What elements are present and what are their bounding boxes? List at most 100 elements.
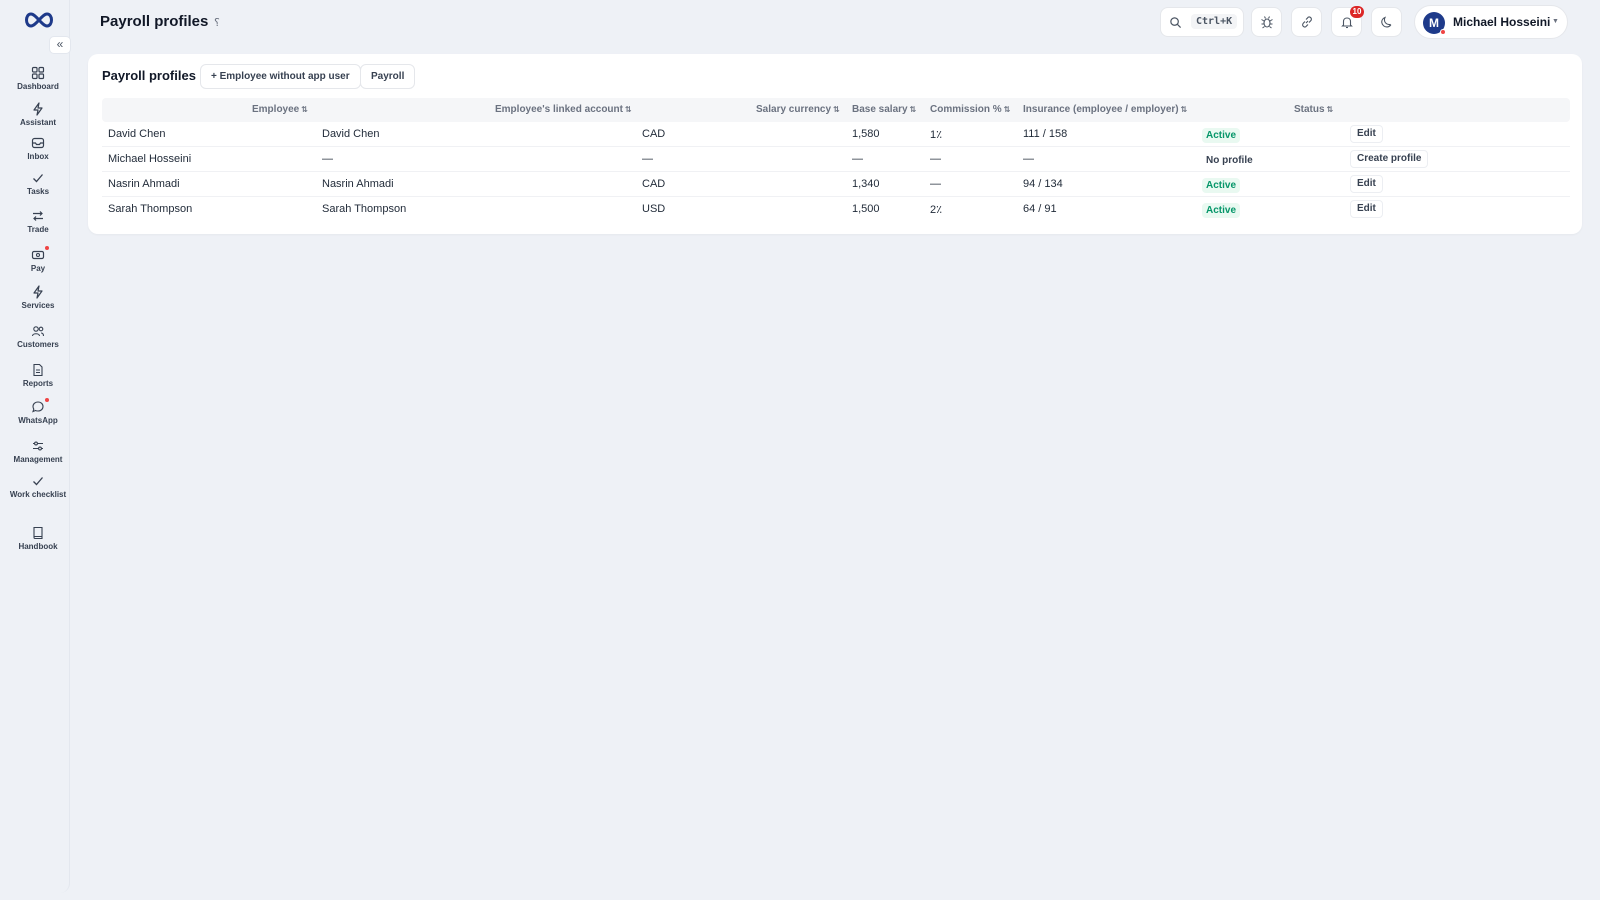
column-header-employee[interactable]: Employee ⇅	[252, 104, 308, 115]
cell-commission: —	[930, 153, 941, 165]
notification-dot	[45, 246, 49, 250]
sidebar-item-label: Assistant	[19, 118, 56, 127]
sort-icon: ⇅	[1003, 105, 1011, 114]
cell-base-salary: 1,340	[852, 178, 880, 190]
sidebar-item-assistant[interactable]: Assistant	[6, 102, 70, 127]
cell-currency: —	[642, 153, 653, 165]
sort-icon: ⇅	[833, 105, 840, 114]
add-employee-without-app-user-button[interactable]: + Employee without app user	[200, 64, 361, 89]
cell-insurance: 64 / 91	[1023, 203, 1057, 215]
cell-currency: USD	[642, 203, 666, 215]
sidebar-item-label: Customers	[17, 340, 59, 349]
chevron-down-icon: ▼	[1552, 18, 1559, 25]
status-badge: No profile	[1206, 155, 1253, 166]
sidebar-item-label: Trade	[27, 225, 49, 234]
file-icon	[31, 363, 45, 377]
create-profile-button[interactable]: Create profile	[1350, 150, 1429, 168]
column-header-commission[interactable]: Commission % ⇅	[930, 104, 1010, 115]
sidebar-item-label: WhatsApp	[18, 416, 58, 425]
bug-icon	[1261, 16, 1273, 29]
payroll-button[interactable]: Payroll	[360, 64, 416, 89]
swap-icon	[31, 209, 45, 223]
sidebar-item-label: Management	[13, 455, 63, 464]
sort-icon: ⇅	[301, 105, 308, 114]
sidebar-item-customers[interactable]: Customers	[6, 324, 70, 349]
sidebar-item-label: Work checklist	[9, 490, 67, 499]
table-row: Nasrin Ahmadi Nasrin Ahmadi CAD 1,340 — …	[102, 172, 1570, 197]
sidebar-item-reports[interactable]: Reports	[6, 363, 70, 388]
cell-employee: David Chen	[108, 128, 166, 140]
edit-button[interactable]: Edit	[1350, 175, 1383, 193]
sidebar-item-whatsapp[interactable]: WhatsApp	[6, 398, 70, 425]
cell-currency: CAD	[642, 178, 666, 190]
inbox-icon	[31, 136, 45, 150]
cell-base-salary: 1,580	[852, 128, 880, 140]
cell-commission: 1٪	[930, 129, 943, 141]
user-menu-button[interactable]: M Michael Hosseini ▼	[1414, 5, 1568, 39]
column-header-linked-account[interactable]: Employee's linked account ⇅	[495, 104, 632, 115]
link-icon	[1302, 16, 1312, 28]
sidebar: « Dashboard Assistant Inbox Tasks Trade …	[6, 0, 71, 893]
notification-count-badge: 10	[1350, 6, 1364, 18]
status-dot	[1440, 29, 1446, 35]
cell-linked-account: Nasrin Ahmadi	[322, 178, 394, 190]
notification-dot	[45, 398, 49, 402]
column-header-base-salary[interactable]: Base salary ⇅	[852, 104, 916, 115]
bug-report-button[interactable]	[1251, 7, 1282, 37]
column-header-status[interactable]: Status ⇅	[1294, 104, 1333, 115]
table-row: David Chen David Chen CAD 1,580 1٪ 111 /…	[102, 122, 1570, 147]
sidebar-item-services[interactable]: Services	[6, 285, 70, 310]
check-icon	[31, 171, 45, 185]
cell-base-salary: —	[852, 153, 863, 165]
bolt-icon	[31, 285, 45, 299]
sidebar-item-tasks[interactable]: Tasks	[6, 171, 70, 196]
pin-icon[interactable]: ⸮	[214, 16, 220, 29]
search-button[interactable]: Ctrl+K	[1160, 7, 1244, 37]
sidebar-item-handbook[interactable]: Handbook	[6, 526, 70, 551]
column-header-insurance[interactable]: Insurance (employee / employer) ⇅	[1023, 104, 1187, 115]
sidebar-item-trade[interactable]: Trade	[6, 209, 70, 234]
user-name: Michael Hosseini	[1453, 15, 1551, 29]
column-header-salary-currency[interactable]: Salary currency ⇅	[756, 104, 840, 115]
sidebar-item-inbox[interactable]: Inbox	[6, 136, 70, 161]
sidebar-item-pay[interactable]: Pay	[6, 246, 70, 273]
cell-insurance: 94 / 134	[1023, 178, 1063, 190]
card-title: Payroll profiles	[102, 68, 196, 83]
edit-button[interactable]: Edit	[1350, 200, 1383, 218]
cell-currency: CAD	[642, 128, 666, 140]
moon-icon	[1381, 16, 1392, 28]
payroll-table: Employee ⇅ Employee's linked account ⇅ Sal…	[102, 98, 1570, 222]
table-header: Employee ⇅ Employee's linked account ⇅ Sal…	[102, 98, 1570, 122]
bolt-icon	[31, 102, 45, 116]
sidebar-item-dashboard[interactable]: Dashboard	[6, 66, 70, 91]
sidebar-item-label: Tasks	[26, 187, 50, 196]
edit-button[interactable]: Edit	[1350, 125, 1383, 143]
sidebar-item-management[interactable]: Management	[6, 439, 70, 464]
cell-commission: 2٪	[930, 204, 943, 216]
sidebar-item-work-checklist[interactable]: Work checklist	[6, 474, 70, 499]
cell-linked-account: —	[322, 153, 333, 165]
top-bar: Payroll profiles ⸮ Ctrl+K 10 M Michael H…	[86, 0, 1600, 44]
sidebar-item-label: Reports	[22, 379, 54, 388]
logo-icon	[25, 12, 53, 28]
dashboard-icon	[31, 66, 45, 80]
chat-icon	[31, 398, 49, 414]
users-icon	[31, 324, 45, 338]
sidebar-item-label: Services	[21, 301, 55, 310]
payroll-profiles-card: Payroll profiles + Employee without app …	[88, 54, 1582, 234]
notifications-button[interactable]: 10	[1331, 6, 1364, 37]
cell-employee: Nasrin Ahmadi	[108, 178, 180, 190]
theme-toggle-button[interactable]	[1371, 7, 1402, 37]
status-badge: Active	[1202, 178, 1241, 193]
cell-linked-account: David Chen	[322, 128, 380, 140]
cell-employee: Michael Hosseini	[108, 153, 192, 165]
collapse-sidebar-button[interactable]: «	[49, 36, 71, 54]
wallet-icon	[31, 246, 49, 262]
page-title: Payroll profiles	[100, 13, 209, 30]
sidebar-item-label: Inbox	[27, 152, 49, 161]
cell-insurance: —	[1023, 153, 1034, 165]
link-button[interactable]	[1291, 7, 1322, 37]
cell-commission: —	[930, 178, 941, 190]
table-row: Michael Hosseini — — — — — No profile Cr…	[102, 147, 1570, 172]
search-shortcut: Ctrl+K	[1191, 14, 1238, 29]
